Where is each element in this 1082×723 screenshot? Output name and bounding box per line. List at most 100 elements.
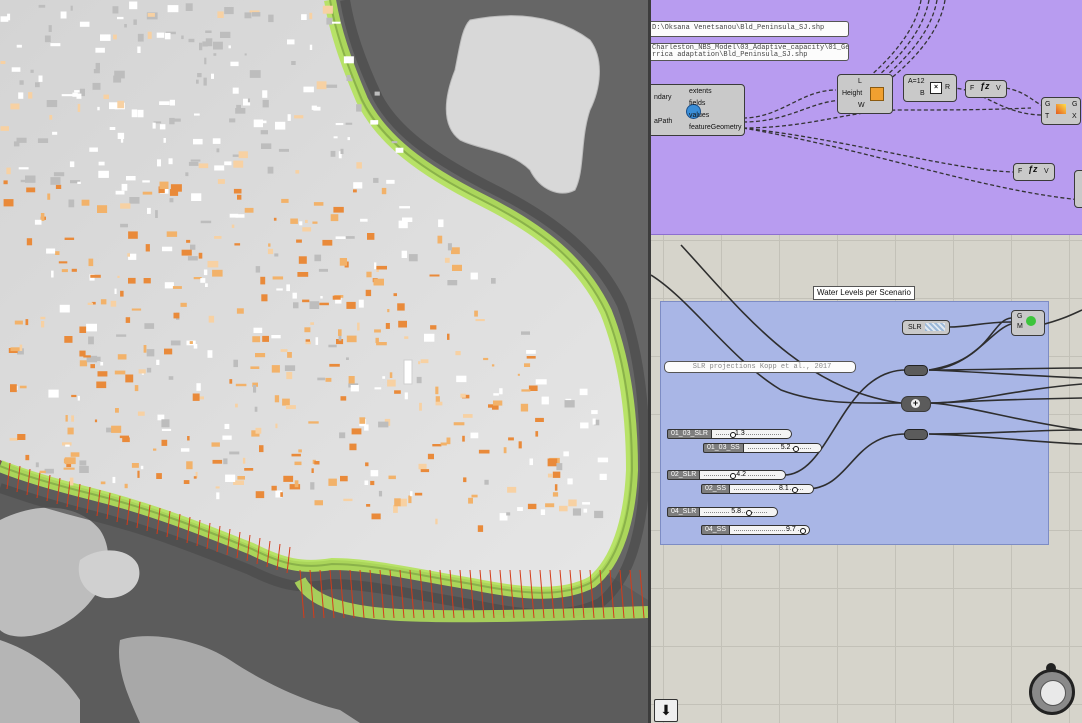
rhino-viewport[interactable]	[0, 0, 648, 723]
building	[90, 274, 101, 278]
input-f-label: F	[1018, 168, 1023, 175]
building	[147, 13, 155, 17]
building	[213, 41, 223, 50]
slider-knob[interactable]	[800, 528, 807, 534]
building	[122, 437, 130, 443]
slider-track[interactable]: 1.3	[711, 429, 792, 439]
building	[77, 395, 80, 401]
slider-track[interactable]: 8.1	[730, 484, 815, 494]
building	[365, 462, 369, 467]
slider-02-slr[interactable]: 02_SLR 4.2	[667, 470, 787, 480]
multiply-component[interactable]: A=12 B × R	[903, 74, 957, 102]
slr-source-panel[interactable]: SLR projections Kopp et al., 2017	[664, 361, 856, 373]
building	[316, 81, 327, 90]
building	[194, 113, 200, 116]
addition-component[interactable]: +	[901, 396, 931, 412]
building	[541, 396, 549, 405]
building	[282, 398, 290, 406]
building	[39, 470, 46, 474]
building	[140, 465, 144, 470]
building	[326, 84, 338, 88]
offscreen-component[interactable]	[1074, 170, 1082, 208]
building	[170, 340, 181, 346]
building	[305, 219, 308, 223]
building	[385, 323, 390, 329]
building	[47, 193, 51, 200]
building	[117, 354, 127, 360]
canvas-navigation-compass[interactable]	[1029, 669, 1075, 715]
file-path-panel-2[interactable]: Charleston_NBS_Model\03_Adaptive_capacit…	[651, 43, 849, 61]
building	[164, 32, 171, 40]
function-component-2[interactable]: F ƒz V	[1013, 163, 1055, 181]
merge-component-1[interactable]	[904, 365, 928, 376]
input-path-label: aPath	[654, 118, 673, 125]
slider-knob[interactable]	[729, 432, 736, 438]
building	[275, 121, 286, 130]
building	[156, 32, 165, 38]
slider-track[interactable]: 5.8	[700, 507, 779, 517]
shapefile-reader-component[interactable]: ndary aPath extents fields values featur…	[651, 84, 745, 136]
building	[161, 419, 170, 428]
building	[526, 350, 536, 354]
grasshopper-canvas[interactable]: D:\Oksana Venetsanou\Bld_Peninsula_SJ.sh…	[651, 0, 1082, 723]
building	[346, 301, 356, 309]
box-component[interactable]: L Height W	[837, 74, 893, 114]
slider-knob[interactable]	[746, 510, 753, 516]
slider-track[interactable]: 9.7	[730, 525, 811, 535]
building	[197, 73, 202, 78]
building	[447, 243, 452, 251]
slider-knob[interactable]	[792, 446, 799, 452]
building	[540, 509, 546, 515]
building	[429, 274, 440, 277]
building	[40, 213, 45, 221]
building	[211, 442, 220, 447]
building	[79, 465, 89, 473]
gradient-component[interactable]: G T G X	[1041, 97, 1081, 125]
building	[594, 510, 604, 519]
function-component-1[interactable]: F ƒz V	[965, 80, 1007, 98]
building	[329, 363, 340, 367]
slr-parameter[interactable]: SLR	[902, 320, 950, 335]
building	[25, 319, 29, 326]
building	[388, 475, 396, 480]
building	[255, 353, 266, 358]
slider-04-slr[interactable]: 04_SLR 5.8	[667, 507, 779, 517]
file-path-panel-1[interactable]: D:\Oksana Venetsanou\Bld_Peninsula_SJ.sh…	[651, 21, 849, 37]
building	[271, 365, 280, 373]
building	[332, 21, 341, 24]
building	[301, 14, 307, 20]
building	[332, 295, 341, 300]
building	[294, 115, 304, 119]
building	[180, 302, 187, 307]
building	[95, 62, 100, 70]
slider-track[interactable]: 5.2	[743, 443, 822, 453]
slider-label: 04_SS	[701, 525, 731, 535]
building	[249, 70, 261, 78]
slider-value: 9.7	[785, 526, 797, 534]
building	[424, 333, 435, 342]
slider-01-03-ss[interactable]: 01_03_SS 5.2	[703, 443, 822, 453]
building	[274, 395, 280, 403]
building	[294, 480, 299, 488]
building	[100, 481, 106, 485]
building	[163, 138, 166, 143]
building	[168, 158, 173, 165]
slider-track[interactable]: 4.2	[700, 470, 787, 480]
building	[393, 293, 397, 297]
slider-value: 5.8	[730, 508, 743, 516]
slider-01-03-slr[interactable]: 01_03_SLR 1.3	[667, 429, 792, 439]
building	[129, 1, 138, 10]
download-icon[interactable]: ⬇	[654, 699, 678, 722]
input-boundary-label: ndary	[654, 94, 672, 101]
building	[115, 190, 125, 195]
building	[350, 385, 359, 392]
building	[35, 82, 40, 88]
gradient-preview-component[interactable]: G M	[1011, 310, 1045, 336]
merge-component-2[interactable]	[904, 429, 928, 440]
building	[125, 374, 134, 383]
slider-04-ss[interactable]: 04_SS 9.7	[701, 525, 811, 535]
building	[114, 370, 126, 375]
building	[236, 308, 244, 314]
slider-knob[interactable]	[792, 487, 799, 493]
slider-02-ss[interactable]: 02_SS 8.1	[701, 484, 815, 494]
